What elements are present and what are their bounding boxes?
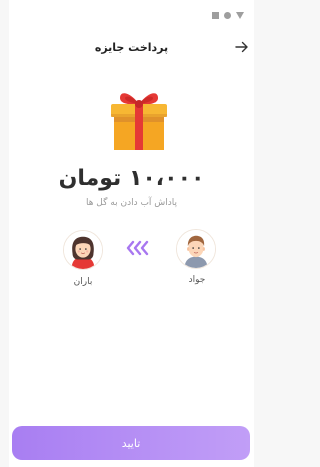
reward-amount: ۱۰،۰۰۰ تومان bbox=[58, 166, 205, 191]
female-avatar-icon bbox=[63, 230, 103, 270]
square-icon bbox=[212, 11, 219, 19]
triple-chevron-left-icon bbox=[126, 240, 152, 256]
confirm-button[interactable]: تایید bbox=[12, 426, 250, 460]
reward-caption: پاداش آب دادن به گل ها bbox=[85, 198, 178, 208]
page-title: پرداخت جایزه bbox=[94, 40, 169, 54]
circle-icon bbox=[224, 11, 231, 19]
receiver-name: باران bbox=[73, 277, 93, 287]
triangle-icon bbox=[236, 11, 244, 19]
screen: پرداخت جایزه ۱۰،۰۰۰ تومان پاداش آب دادن … bbox=[9, 0, 254, 467]
arrow-right-icon[interactable] bbox=[234, 39, 250, 55]
header: پرداخت جایزه bbox=[9, 36, 254, 58]
sender-name: جواد bbox=[188, 275, 206, 285]
male-avatar-icon bbox=[176, 229, 216, 269]
status-bar bbox=[212, 10, 244, 20]
gift-box-icon bbox=[108, 86, 170, 152]
